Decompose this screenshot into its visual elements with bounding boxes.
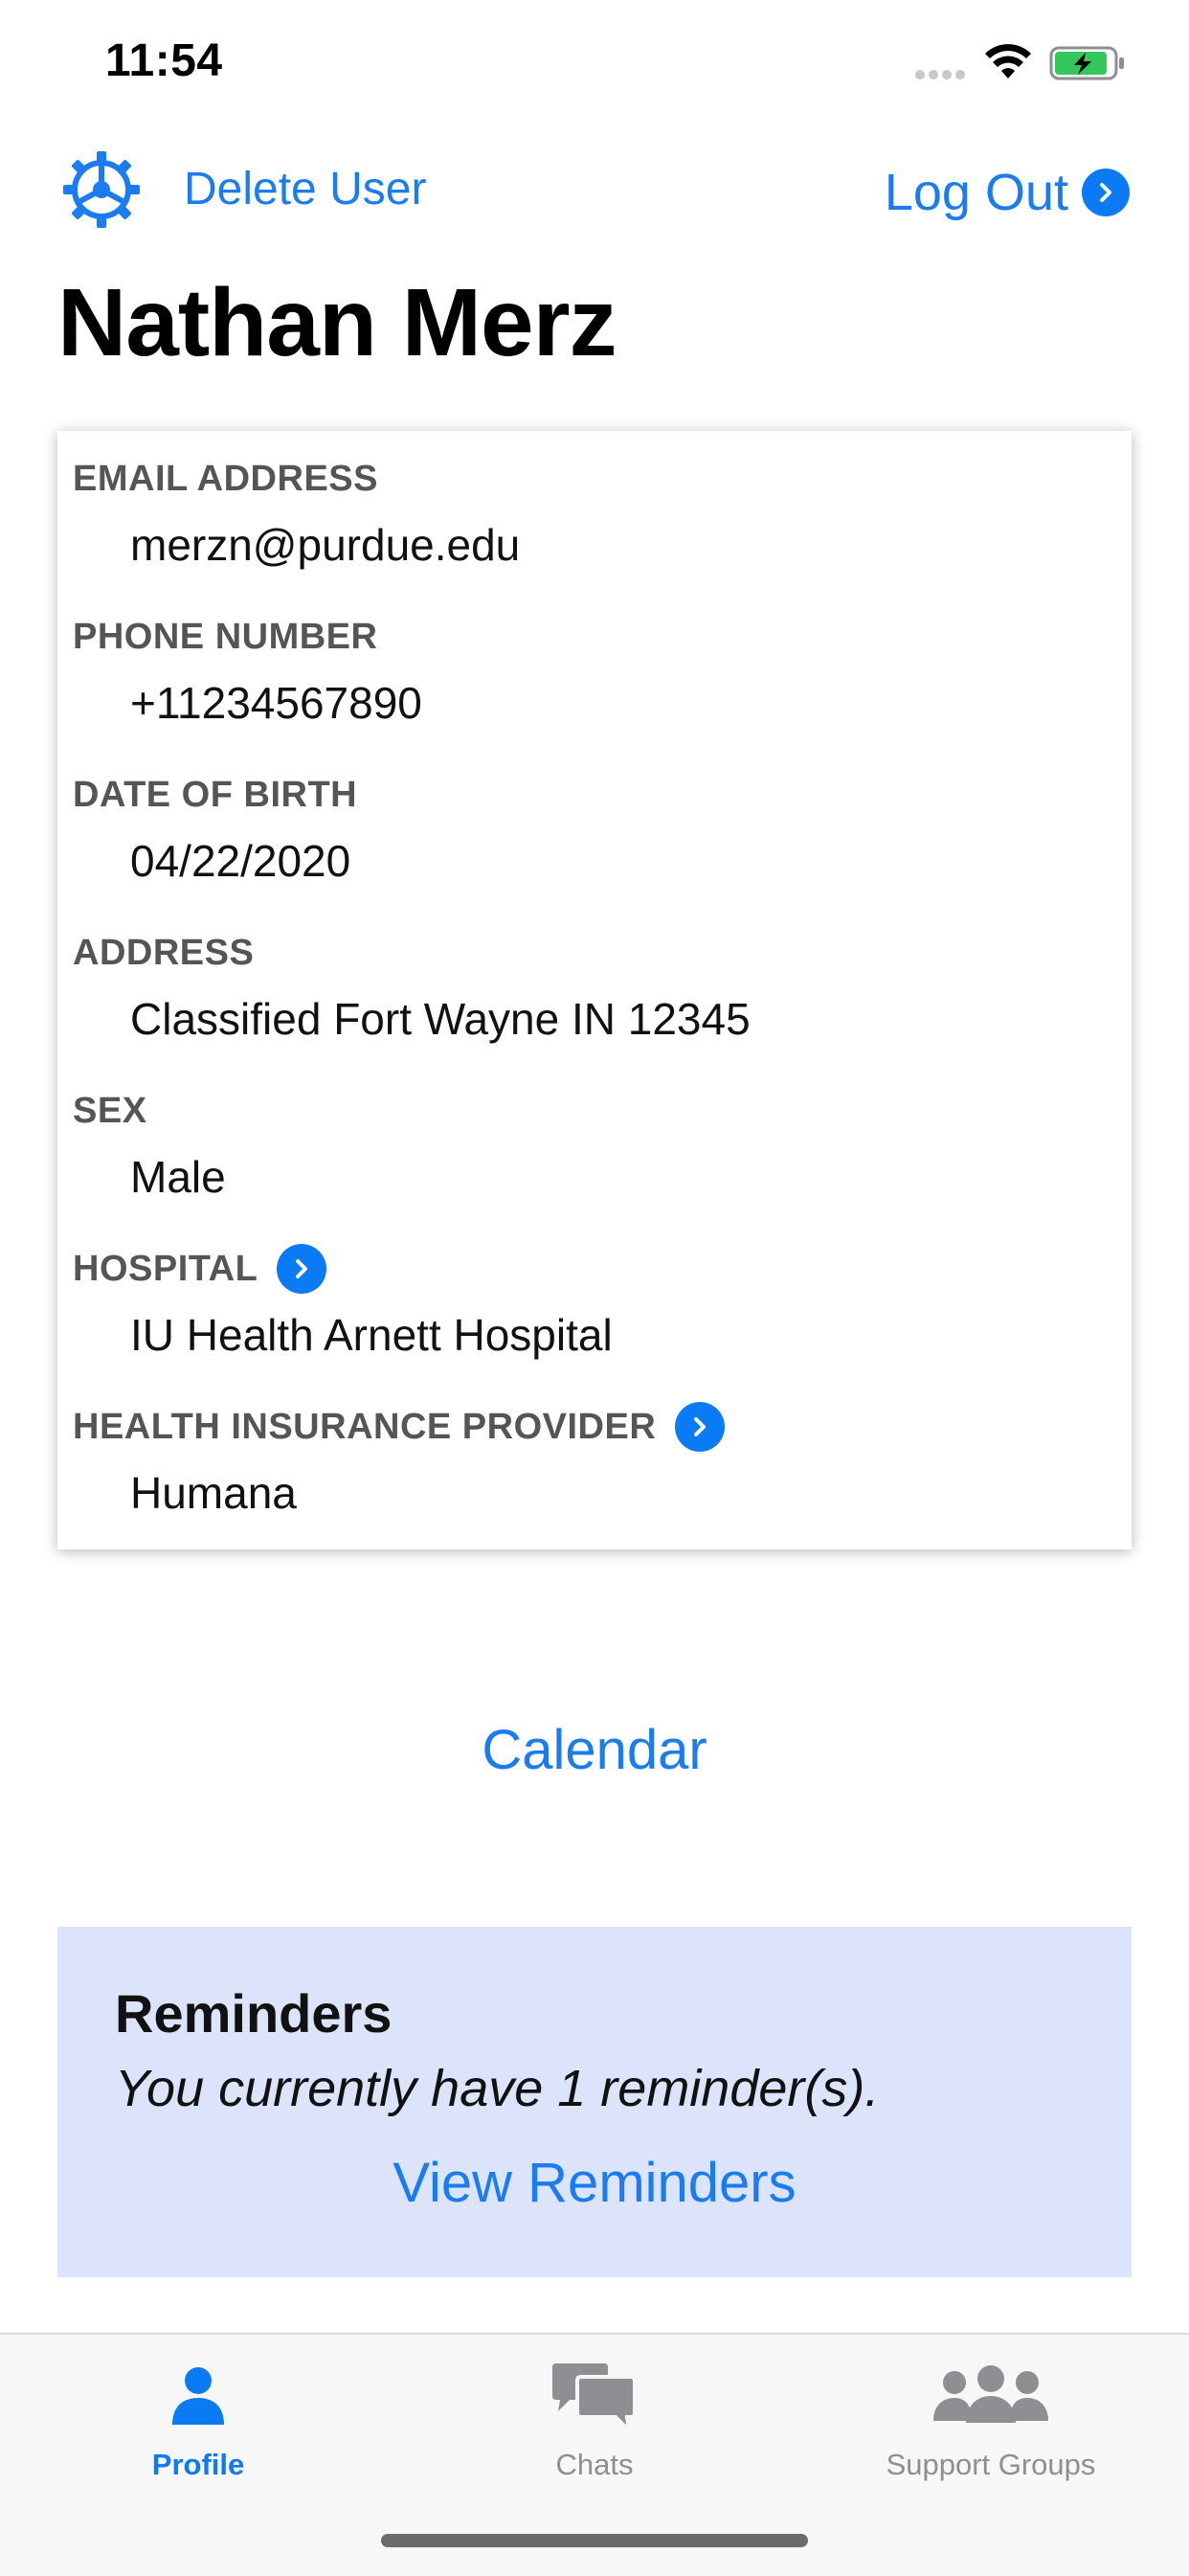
field-label: EMAIL ADDRESS (73, 458, 378, 499)
field-value: merzn@purdue.edu (130, 520, 521, 570)
hospital-link-chevron-icon[interactable] (277, 1244, 327, 1294)
field-value: Male (130, 1152, 226, 1202)
log-out-button[interactable]: Log Out (885, 163, 1130, 222)
user-name-title: Nathan Merz (57, 269, 617, 376)
signal-dots-icon (915, 67, 971, 79)
field-label: PHONE NUMBER (73, 616, 378, 657)
reminders-title: Reminders (115, 1983, 393, 2044)
field-sex: SEX Male (73, 1086, 1116, 1203)
tab-label: Support Groups (886, 2448, 1096, 2481)
field-label: HEALTH INSURANCE PROVIDER (73, 1406, 657, 1447)
field-email: EMAIL ADDRESS merzn@purdue.edu (73, 454, 1116, 571)
field-value: Classified Fort Wayne IN 12345 (130, 994, 751, 1044)
tab-label: Profile (151, 2448, 245, 2481)
profile-info-card: EMAIL ADDRESS merzn@purdue.edu PHONE NUM… (57, 431, 1132, 1549)
delete-user-button[interactable]: Delete User (184, 163, 426, 215)
log-out-label: Log Out (884, 164, 1068, 221)
field-insurance-provider: HEALTH INSURANCE PROVIDER Humana (73, 1402, 1116, 1519)
insurance-link-chevron-icon[interactable] (675, 1402, 726, 1452)
reminders-panel: Reminders You currently have 1 reminder(… (57, 1927, 1132, 2277)
field-date-of-birth: DATE OF BIRTH 04/22/2020 (73, 770, 1116, 887)
field-hospital: HOSPITAL IU Health Arnett Hospital (73, 1244, 1116, 1361)
battery-charging-icon (1049, 46, 1126, 80)
view-reminders-button[interactable]: View Reminders (57, 2151, 1132, 2215)
field-label-row: HOSPITAL (73, 1244, 1116, 1294)
tab-label: Chats (555, 2448, 634, 2481)
field-address: ADDRESS Classified Fort Wayne IN 12345 (73, 928, 1116, 1045)
group-icon (931, 2361, 1050, 2433)
field-label: HOSPITAL (73, 1248, 258, 1289)
settings-gear-icon[interactable] (61, 149, 142, 230)
field-phone: PHONE NUMBER +11234567890 (73, 612, 1116, 729)
reminders-count-text: You currently have 1 reminder(s). (115, 2060, 880, 2117)
field-value: IU Health Arnett Hospital (130, 1310, 613, 1360)
field-value: 04/22/2020 (130, 836, 351, 886)
field-label-row: HEALTH INSURANCE PROVIDER (73, 1402, 1116, 1452)
field-label: SEX (73, 1090, 147, 1131)
calendar-button[interactable]: Calendar (0, 1718, 1189, 1782)
field-label: ADDRESS (73, 932, 255, 973)
person-icon (165, 2361, 232, 2433)
chevron-right-circle-icon (1082, 169, 1130, 216)
home-indicator[interactable] (381, 2534, 808, 2547)
field-label: DATE OF BIRTH (73, 774, 358, 815)
chat-bubbles-icon (549, 2361, 640, 2443)
field-value: +11234567890 (130, 678, 422, 728)
wifi-icon (984, 42, 1032, 80)
field-value: Humana (130, 1468, 297, 1518)
status-time: 11:54 (105, 35, 223, 86)
